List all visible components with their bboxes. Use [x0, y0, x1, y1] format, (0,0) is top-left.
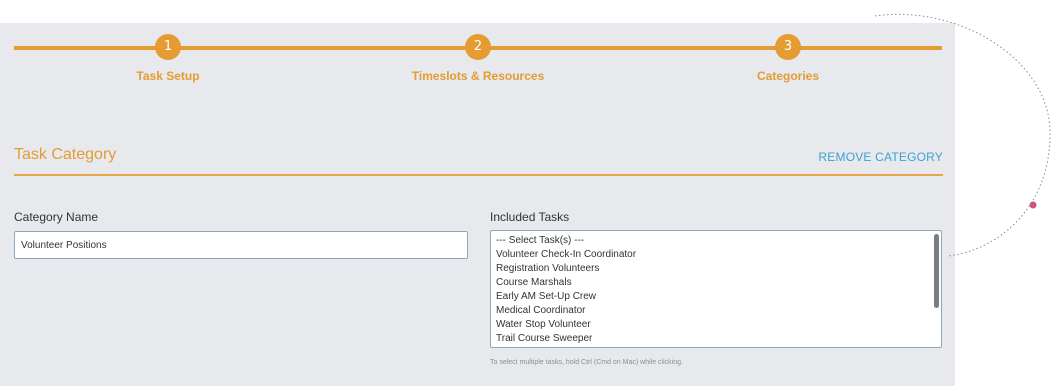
step-label: Timeslots & Resources	[411, 69, 545, 83]
task-option[interactable]: --- Select Task(s) ---	[496, 234, 941, 248]
task-option[interactable]: Early AM Set-Up Crew	[496, 290, 941, 304]
multi-select-hint: To select multiple tasks, hold Ctrl (Cmd…	[490, 359, 683, 366]
category-name-input[interactable]	[14, 231, 468, 259]
step-timeslots-resources[interactable]: 2 Timeslots & Resources	[378, 34, 578, 83]
step-number-badge: 1	[155, 34, 181, 60]
step-label: Categories	[756, 69, 820, 83]
remove-category-link[interactable]: REMOVE CATEGORY	[818, 150, 943, 164]
step-task-setup[interactable]: 1 Task Setup	[68, 34, 268, 83]
step-number-badge: 3	[775, 34, 801, 60]
step-label: Task Setup	[136, 69, 200, 83]
included-tasks-label: Included Tasks	[490, 210, 570, 224]
section-divider	[14, 174, 943, 176]
task-option[interactable]: Medical Coordinator	[496, 304, 941, 318]
category-name-label: Category Name	[14, 210, 99, 224]
step-categories[interactable]: 3 Categories	[688, 34, 888, 83]
task-option[interactable]: Registration Volunteers	[496, 262, 941, 276]
included-tasks-listbox[interactable]: --- Select Task(s) --- Volunteer Check-I…	[490, 230, 942, 348]
listbox-scrollbar[interactable]	[934, 234, 939, 308]
task-option[interactable]: Water Stop Volunteer	[496, 318, 941, 332]
section-title: Task Category	[14, 146, 117, 163]
task-option[interactable]: Course Marshals	[496, 276, 941, 290]
task-option[interactable]: Volunteer Check-In Coordinator	[496, 248, 941, 262]
step-number-badge: 2	[465, 34, 491, 60]
decoration-dot	[1029, 201, 1037, 209]
task-option[interactable]: Trail Course Sweeper	[496, 332, 941, 346]
